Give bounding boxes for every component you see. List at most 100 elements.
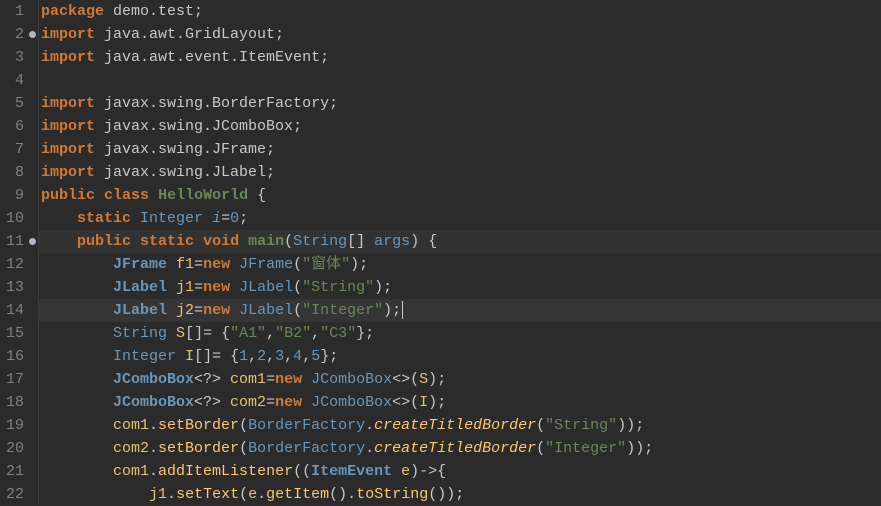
code-token: , [284, 348, 293, 365]
code-token: ( [284, 233, 293, 250]
code-token: ( [410, 394, 419, 411]
code-line[interactable]: JLabel j1=new JLabel("String"); [39, 276, 881, 299]
code-token: . [365, 440, 374, 457]
code-token: new [275, 394, 302, 411]
code-token: ; [455, 486, 464, 503]
code-token: import [41, 118, 95, 135]
code-line[interactable]: com1.setBorder(BorderFactory.createTitle… [39, 414, 881, 437]
code-token: static [140, 233, 194, 250]
code-token: ( [239, 486, 248, 503]
code-token: . [149, 417, 158, 434]
code-token [95, 164, 104, 181]
code-line[interactable]: JLabel j2=new JLabel("Integer"); [39, 299, 881, 322]
code-token: static [77, 210, 131, 227]
code-token: new [203, 279, 230, 296]
code-line[interactable]: package demo.test; [39, 0, 881, 23]
code-token: = [194, 302, 203, 319]
code-token: <> [392, 371, 410, 388]
code-token: }; [320, 348, 338, 365]
code-token: . [365, 417, 374, 434]
code-token: JComboBox [113, 371, 194, 388]
code-line[interactable]: public class HelloWorld { [39, 184, 881, 207]
line-number: 14 [0, 299, 24, 322]
code-token: ) [626, 440, 635, 457]
code-token: { [248, 187, 266, 204]
code-line[interactable] [39, 69, 881, 92]
code-line[interactable]: com2.setBorder(BorderFactory.createTitle… [39, 437, 881, 460]
code-token: 2 [257, 348, 266, 365]
code-token: "B2" [275, 325, 311, 342]
code-token: toString [356, 486, 428, 503]
code-line[interactable]: import javax.swing.JLabel; [39, 161, 881, 184]
code-token [41, 486, 149, 503]
code-token: ; [266, 141, 275, 158]
line-number: 21 [0, 460, 24, 483]
code-token [239, 233, 248, 250]
code-line[interactable]: public static void main(String[] args) { [39, 230, 881, 253]
code-token: ) [374, 279, 383, 296]
code-token: HelloWorld [158, 187, 248, 204]
code-line[interactable]: JComboBox<?> com1=new JComboBox<>(S); [39, 368, 881, 391]
code-token: ) [350, 256, 359, 273]
code-token: I [419, 394, 428, 411]
code-token: , [248, 348, 257, 365]
code-line[interactable]: import javax.swing.JComboBox; [39, 115, 881, 138]
code-token: BorderFactory [248, 417, 365, 434]
code-line[interactable]: import javax.swing.JFrame; [39, 138, 881, 161]
code-editor[interactable]: package demo.test;import java.awt.GridLa… [38, 0, 881, 505]
code-token [41, 348, 113, 365]
code-token: ) [617, 417, 626, 434]
code-token: { [419, 233, 437, 250]
code-token: com1 [113, 463, 149, 480]
code-token: BorderFactory [248, 440, 365, 457]
code-line[interactable]: Integer I[]= {1,2,3,4,5}; [39, 345, 881, 368]
code-token: ) [626, 417, 635, 434]
breakpoint-marker-icon[interactable] [29, 238, 36, 245]
code-token: new [203, 302, 230, 319]
code-token: new [203, 256, 230, 273]
code-line[interactable]: com1.addItemListener((ItemEvent e)->{ [39, 460, 881, 483]
breakpoint-marker-icon[interactable] [29, 31, 36, 38]
code-token: ->{ [419, 463, 446, 480]
code-line[interactable]: import javax.swing.BorderFactory; [39, 92, 881, 115]
code-token: ) [428, 394, 437, 411]
line-number: 13 [0, 276, 24, 299]
code-token [95, 95, 104, 112]
code-line[interactable]: JComboBox<?> com2=new JComboBox<>(I); [39, 391, 881, 414]
code-token: Integer [113, 348, 176, 365]
code-token: ( [293, 463, 302, 480]
code-line[interactable]: import java.awt.GridLayout; [39, 23, 881, 46]
code-token: setBorder [158, 417, 239, 434]
line-number: 5 [0, 92, 24, 115]
code-token: JLabel [113, 302, 167, 319]
line-number: 16 [0, 345, 24, 368]
code-token: . [149, 440, 158, 457]
code-token: "A1" [230, 325, 266, 342]
code-token: "String" [302, 279, 374, 296]
code-token: "Integer" [545, 440, 626, 457]
code-line[interactable]: import java.awt.event.ItemEvent; [39, 46, 881, 69]
code-token: . [149, 463, 158, 480]
code-token: demo.test [113, 3, 194, 20]
code-token: main [248, 233, 284, 250]
code-line[interactable]: j1.setText(e.getItem().toString()); [39, 483, 881, 506]
line-number: 20 [0, 437, 24, 460]
code-token: ; [644, 440, 653, 457]
code-line[interactable]: String S[]= {"A1","B2","C3"}; [39, 322, 881, 345]
code-token [167, 279, 176, 296]
code-token: 1 [239, 348, 248, 365]
line-number: 9 [0, 184, 24, 207]
code-line[interactable]: static Integer i=0; [39, 207, 881, 230]
code-token [230, 256, 239, 273]
code-token: <?> [194, 371, 230, 388]
line-number: 19 [0, 414, 24, 437]
line-number: 8 [0, 161, 24, 184]
line-number: 10 [0, 207, 24, 230]
code-token: ; [293, 118, 302, 135]
code-token: public [77, 233, 131, 250]
code-token: j1 [149, 486, 167, 503]
code-line[interactable]: JFrame f1=new JFrame("窗体"); [39, 253, 881, 276]
code-token: javax.swing.JComboBox [104, 118, 293, 135]
code-token: }; [356, 325, 374, 342]
line-number: 12 [0, 253, 24, 276]
